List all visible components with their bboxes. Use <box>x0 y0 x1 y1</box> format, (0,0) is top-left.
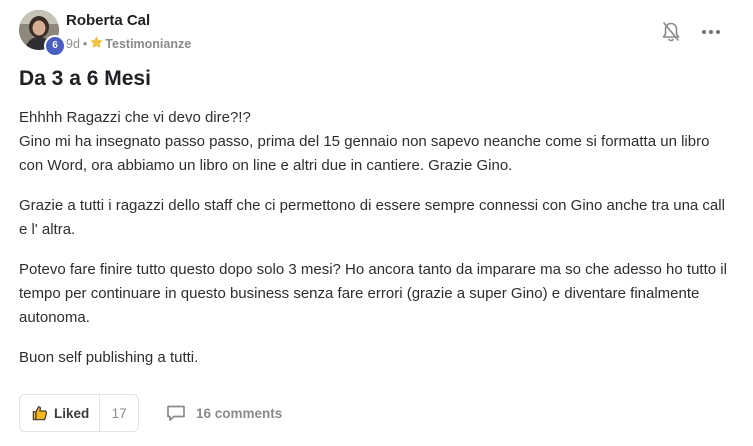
like-button[interactable]: Liked <box>20 395 101 431</box>
author-avatar[interactable]: 6 <box>19 10 66 57</box>
paragraph-line: Gino mi ha insegnato passo passo, prima … <box>19 133 710 174</box>
star-icon <box>90 36 103 52</box>
post-age: 9d <box>66 37 80 51</box>
post-card: 6 Roberta Cal 9d • Testimonianze Da 3 a … <box>0 0 753 446</box>
like-label: Liked <box>54 405 90 421</box>
level-badge: 6 <box>44 35 66 57</box>
thumbs-up-icon <box>32 406 48 421</box>
meta-separator: • <box>82 37 88 51</box>
post-paragraph: Grazie a tutti i ragazzi dello staff che… <box>19 197 725 238</box>
category-link[interactable]: Testimonianze <box>105 37 191 51</box>
more-options-icon[interactable] <box>700 23 722 41</box>
paragraph-line: Ehhhh Ragazzi che vi devo dire?!? <box>19 109 251 126</box>
comment-icon <box>167 405 185 421</box>
comments-button[interactable]: 16 comments <box>166 404 282 422</box>
author-name[interactable]: Roberta Cal <box>66 12 150 29</box>
post-meta: 9d • Testimonianze <box>66 36 191 52</box>
post-paragraph: Buon self publishing a tutti. <box>19 349 199 366</box>
post-paragraph: Ehhhh Ragazzi che vi devo dire?!? Gino m… <box>19 106 734 178</box>
post-title: Da 3 a 6 Mesi <box>19 67 151 90</box>
post-paragraph: Potevo fare finire tutto questo dopo sol… <box>19 261 727 326</box>
post-body: Ehhhh Ragazzi che vi devo dire?!? Gino m… <box>19 106 734 386</box>
bell-off-icon[interactable] <box>661 21 681 43</box>
like-count[interactable]: 17 <box>100 406 138 421</box>
like-control: Liked 17 <box>19 394 139 432</box>
comments-label: 16 comments <box>196 405 283 421</box>
